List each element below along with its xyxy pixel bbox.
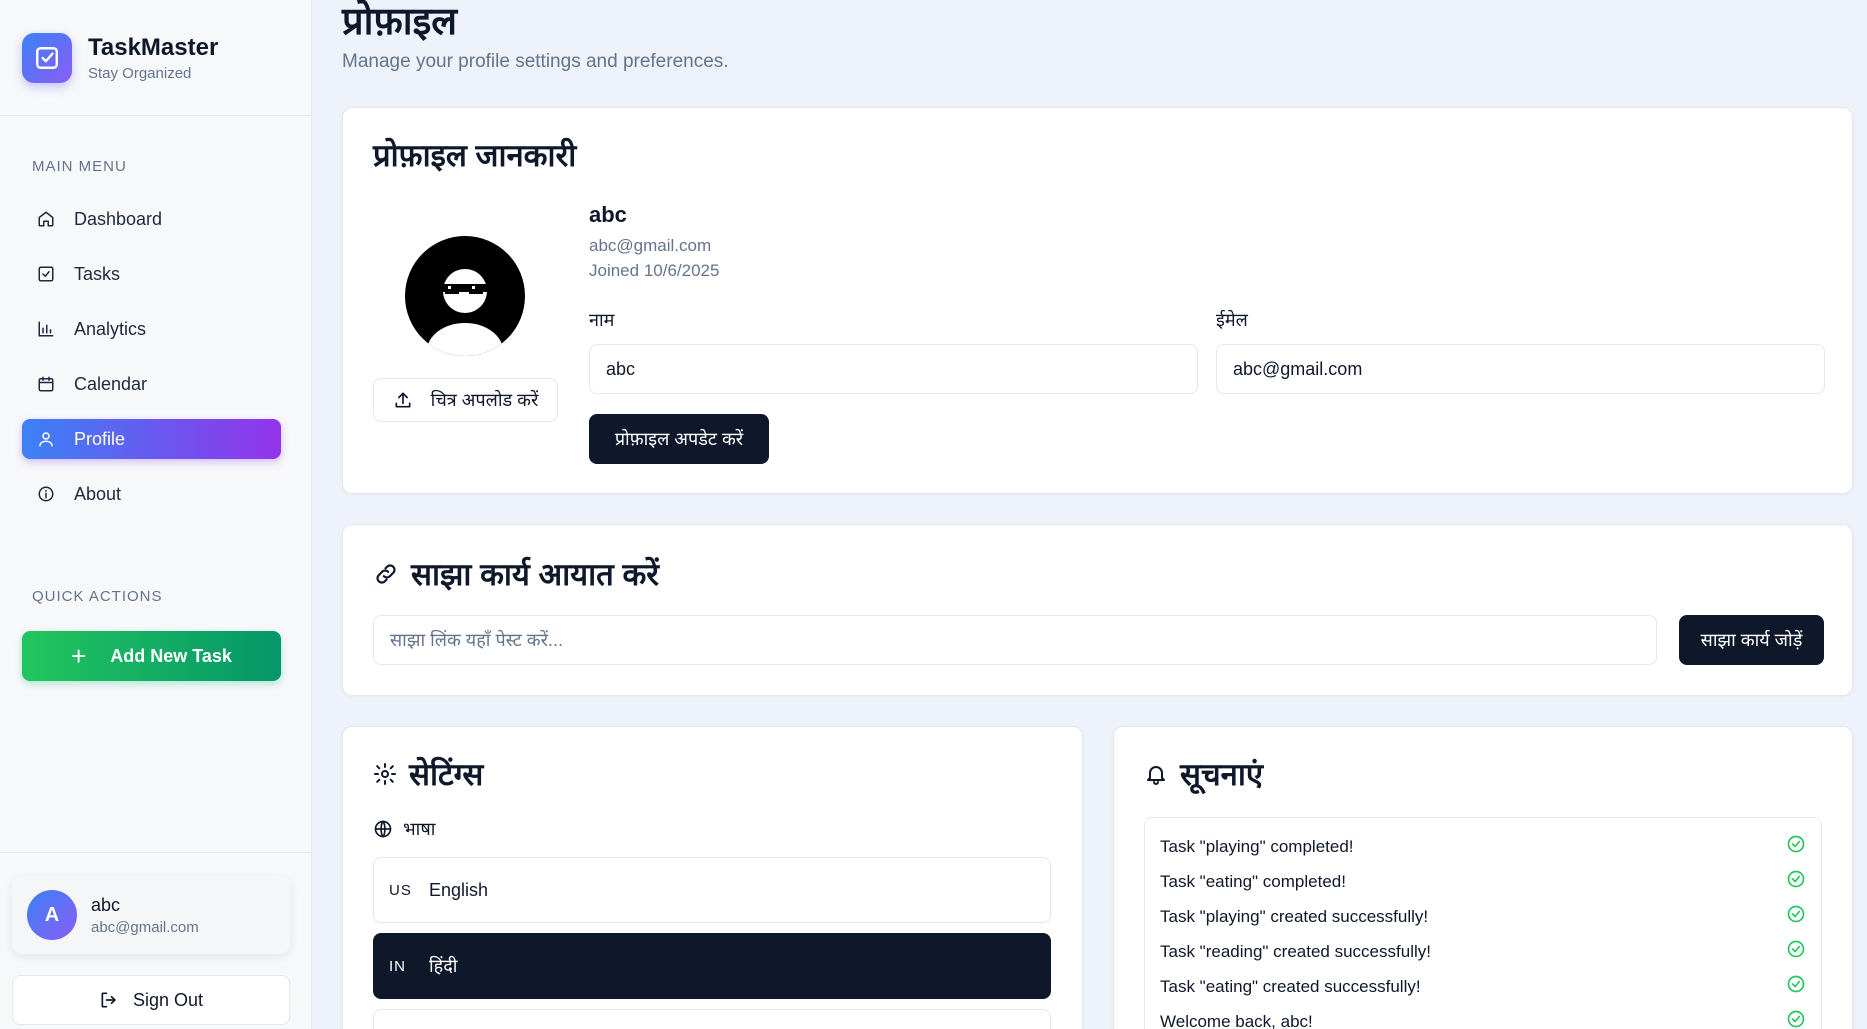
sidebar-item-dashboard[interactable]: Dashboard	[22, 199, 281, 239]
import-shared-task-card: साझा कार्य आयात करें साझा कार्य जोड़ें	[342, 524, 1853, 696]
language-name: English	[429, 879, 489, 900]
notifications-title-text: सूचनाएं	[1180, 757, 1264, 792]
sidebar-item-label: About	[74, 483, 122, 504]
main-menu-label: MAIN MENU	[32, 158, 127, 175]
sidebar-item-label: Profile	[74, 428, 126, 449]
email-label: ईमेल	[1216, 310, 1248, 330]
user-icon	[36, 429, 56, 449]
home-icon	[36, 209, 56, 229]
sidebar-item-tasks[interactable]: Tasks	[22, 254, 281, 294]
logo-checkbox-icon	[22, 32, 72, 83]
link-icon	[373, 561, 399, 587]
settings-card: सेटिंग्स भाषा US English IN हिंदी	[342, 726, 1083, 1029]
name-field[interactable]	[589, 344, 1198, 394]
sidebar-item-profile[interactable]: Profile	[22, 419, 281, 459]
globe-icon	[373, 819, 393, 839]
notifications-list: Task "playing" completed! Task "eating" …	[1144, 817, 1822, 1029]
sidebar-item-analytics[interactable]: Analytics	[22, 309, 281, 349]
sidebar-item-label: Calendar	[74, 373, 148, 394]
settings-title: सेटिंग्स	[373, 753, 483, 795]
sign-out-icon	[99, 990, 119, 1010]
profile-info-title: प्रोफ़ाइल जानकारी	[373, 138, 577, 173]
check-circle-icon	[1786, 904, 1806, 929]
sidebar-item-calendar[interactable]: Calendar	[22, 364, 281, 404]
sidebar-footer: A abc abc@gmail.com Sign Out	[0, 852, 312, 1029]
language-label: भाषा	[373, 817, 435, 841]
share-link-input[interactable]	[373, 615, 1657, 665]
email-field[interactable]	[1216, 344, 1825, 394]
bar-chart-icon	[36, 319, 56, 339]
notification-item: Task "reading" created successfully!	[1145, 934, 1821, 969]
sidebar: TaskMaster Stay Organized MAIN MENU Dash…	[0, 0, 312, 1029]
notification-text: Welcome back, abc!	[1160, 1011, 1313, 1029]
language-label-text: भाषा	[403, 819, 436, 839]
quick-actions-label: QUICK ACTIONS	[32, 588, 163, 605]
user-name: abc	[91, 894, 121, 915]
plus-icon: +	[71, 640, 87, 671]
gear-icon	[373, 762, 397, 786]
profile-info-card: प्रोफ़ाइल जानकारी चित्र अपलोड करें abc a…	[342, 107, 1853, 494]
language-code: US	[389, 881, 412, 899]
notification-text: Task "reading" created successfully!	[1160, 941, 1431, 961]
sidebar-item-label: Tasks	[74, 263, 121, 284]
app-name: TaskMaster	[88, 33, 219, 61]
add-shared-task-button[interactable]: साझा कार्य जोड़ें	[1679, 615, 1824, 665]
check-circle-icon	[1786, 1009, 1806, 1029]
language-name: हिंदी	[429, 956, 458, 976]
check-circle-icon	[1786, 869, 1806, 894]
profile-name: abc	[589, 202, 627, 227]
language-option-english[interactable]: US English	[373, 857, 1051, 923]
page-title: प्रोफ़ाइल	[342, 1, 458, 43]
check-circle-icon	[1786, 834, 1806, 859]
notification-text: Task "playing" completed!	[1160, 836, 1354, 856]
checkbox-icon	[36, 264, 56, 284]
page-subtitle: Manage your profile settings and prefere…	[342, 51, 729, 72]
notifications-title: सूचनाएं	[1144, 753, 1263, 795]
upload-picture-button[interactable]: चित्र अपलोड करें	[373, 378, 558, 422]
profile-avatar	[405, 236, 525, 356]
user-card[interactable]: A abc abc@gmail.com	[12, 876, 290, 954]
notification-item: Task "playing" created successfully!	[1145, 899, 1821, 934]
sidebar-item-about[interactable]: About	[22, 474, 281, 514]
notification-item: Welcome back, abc!	[1145, 1004, 1821, 1029]
update-profile-button[interactable]: प्रोफ़ाइल अपडेट करें	[589, 414, 769, 464]
notification-item: Task "eating" completed!	[1145, 864, 1821, 899]
sign-out-button[interactable]: Sign Out	[12, 975, 290, 1025]
user-email: abc@gmail.com	[91, 918, 199, 936]
notification-item: Task "playing" completed!	[1145, 829, 1821, 864]
notification-item: Task "eating" created successfully!	[1145, 969, 1821, 1004]
settings-title-text: सेटिंग्स	[409, 757, 484, 792]
language-option-more[interactable]	[373, 1009, 1051, 1029]
app-tagline: Stay Organized	[88, 64, 192, 82]
check-circle-icon	[1786, 939, 1806, 964]
avatar: A	[27, 890, 77, 940]
language-option-hindi[interactable]: IN हिंदी	[373, 933, 1051, 999]
notification-text: Task "playing" created successfully!	[1160, 906, 1429, 926]
add-new-task-button[interactable]: + Add New Task	[22, 631, 281, 681]
sign-out-label: Sign Out	[132, 989, 204, 1010]
add-new-task-label: Add New Task	[110, 645, 232, 666]
notification-text: Task "eating" completed!	[1160, 871, 1346, 891]
bell-icon	[1144, 762, 1168, 786]
notifications-card: सूचनाएं Task "playing" completed! Task "…	[1113, 726, 1853, 1029]
calendar-icon	[36, 374, 56, 394]
import-shared-task-title-text: साझा कार्य आयात करें	[411, 557, 659, 592]
notification-text: Task "eating" created successfully!	[1160, 976, 1421, 996]
profile-email: abc@gmail.com	[589, 236, 712, 255]
check-circle-icon	[1786, 974, 1806, 999]
sidebar-item-label: Analytics	[74, 318, 147, 339]
language-code: IN	[389, 957, 406, 975]
name-label: नाम	[589, 310, 615, 330]
brand: TaskMaster Stay Organized	[0, 0, 311, 116]
upload-picture-label: चित्र अपलोड करें	[430, 390, 539, 410]
profile-joined-date: Joined 10/6/2025	[589, 261, 720, 280]
upload-icon	[393, 390, 413, 410]
info-icon	[36, 484, 56, 504]
main-nav: Dashboard Tasks Analytics Calendar Profi…	[22, 199, 281, 529]
import-shared-task-title: साझा कार्य आयात करें	[373, 553, 659, 595]
sidebar-item-label: Dashboard	[74, 208, 163, 229]
